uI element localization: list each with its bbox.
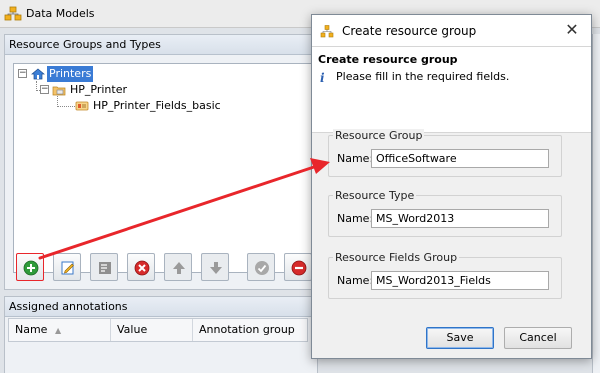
column-header-name[interactable]: Name ▲: [9, 319, 111, 341]
field-label: Name:: [337, 152, 374, 165]
resource-type-section: Resource Type Name: MS_Word2013: [328, 189, 562, 237]
annotations-header: Assigned annotations: [5, 297, 317, 317]
properties-button[interactable]: [90, 253, 118, 281]
fields-icon: [75, 101, 89, 111]
cancel-button[interactable]: Cancel: [504, 327, 572, 349]
delete-icon: [134, 260, 150, 276]
resource-type-name-input[interactable]: MS_Word2013: [371, 209, 549, 228]
validate-button[interactable]: [247, 253, 275, 281]
resource-groups-panel: Resource Groups and Types − Printers − H…: [4, 34, 318, 290]
group-title: Resource Group: [333, 129, 425, 142]
collapse-icon[interactable]: −: [18, 69, 27, 78]
dialog-titlebar: Create resource group ✕: [312, 15, 591, 47]
arrow-up-icon: [173, 262, 185, 274]
move-down-button[interactable]: [201, 253, 229, 281]
collapse-icon[interactable]: −: [40, 85, 49, 94]
data-models-icon: [4, 6, 22, 21]
edit-button[interactable]: [53, 253, 81, 281]
resource-fields-group-section: Resource Fields Group Name: MS_Word2013_…: [328, 251, 562, 299]
resource-tree[interactable]: − Printers − HP_Printer HP_Printer_Field…: [13, 63, 313, 273]
dialog-info-text: Please fill in the required fields.: [336, 70, 510, 83]
resource-groups-header: Resource Groups and Types: [5, 35, 317, 55]
annotations-table-header: Name ▲ Value Annotation group: [8, 318, 308, 342]
remove-button[interactable]: [284, 253, 312, 281]
add-icon: [23, 260, 39, 276]
tree-item-printers[interactable]: − Printers: [14, 66, 312, 82]
arrow-down-icon: [210, 262, 222, 274]
group-title: Resource Fields Group: [333, 251, 460, 264]
delete-button[interactable]: [127, 253, 155, 281]
column-header-value[interactable]: Value: [111, 319, 193, 341]
printer-group-icon: [52, 86, 66, 96]
column-header-label: Name: [15, 323, 48, 336]
info-icon: i: [320, 71, 325, 85]
home-icon: [31, 68, 45, 80]
field-label: Name:: [337, 212, 374, 225]
tree-label: Printers: [47, 66, 94, 82]
resource-fields-group-name-input[interactable]: MS_Word2013_Fields: [371, 271, 549, 290]
dialog-heading: Create resource group: [318, 53, 458, 66]
resource-group-section: Resource Group Name: OfficeSoftware: [328, 129, 562, 177]
move-up-button[interactable]: [164, 253, 192, 281]
tree-item-hp-printer[interactable]: − HP_Printer: [14, 82, 312, 98]
dialog-banner: Create resource group i Please fill in t…: [312, 47, 591, 133]
properties-icon: [99, 262, 111, 274]
check-icon: [255, 261, 269, 275]
tree-label: HP_Printer: [70, 83, 127, 96]
column-header-annotation-group[interactable]: Annotation group: [193, 319, 308, 341]
save-button[interactable]: Save: [426, 327, 494, 349]
close-icon[interactable]: ✕: [561, 19, 583, 41]
sort-ascending-icon: ▲: [54, 326, 62, 335]
minus-icon: [291, 260, 307, 276]
group-title: Resource Type: [333, 189, 417, 202]
background-panel-edge: [592, 34, 600, 373]
tree-label: HP_Printer_Fields_basic: [93, 99, 221, 112]
dialog-title: Create resource group: [342, 24, 477, 38]
data-models-icon: [320, 25, 334, 38]
create-resource-group-dialog: Create resource group ✕ Create resource …: [311, 14, 592, 359]
add-button[interactable]: [16, 253, 44, 281]
tree-item-hp-printer-fields-basic[interactable]: HP_Printer_Fields_basic: [14, 98, 312, 114]
field-label: Name:: [337, 274, 374, 287]
window-title: Data Models: [26, 7, 95, 20]
resource-group-name-input[interactable]: OfficeSoftware: [371, 149, 549, 168]
edit-icon: [61, 261, 74, 275]
